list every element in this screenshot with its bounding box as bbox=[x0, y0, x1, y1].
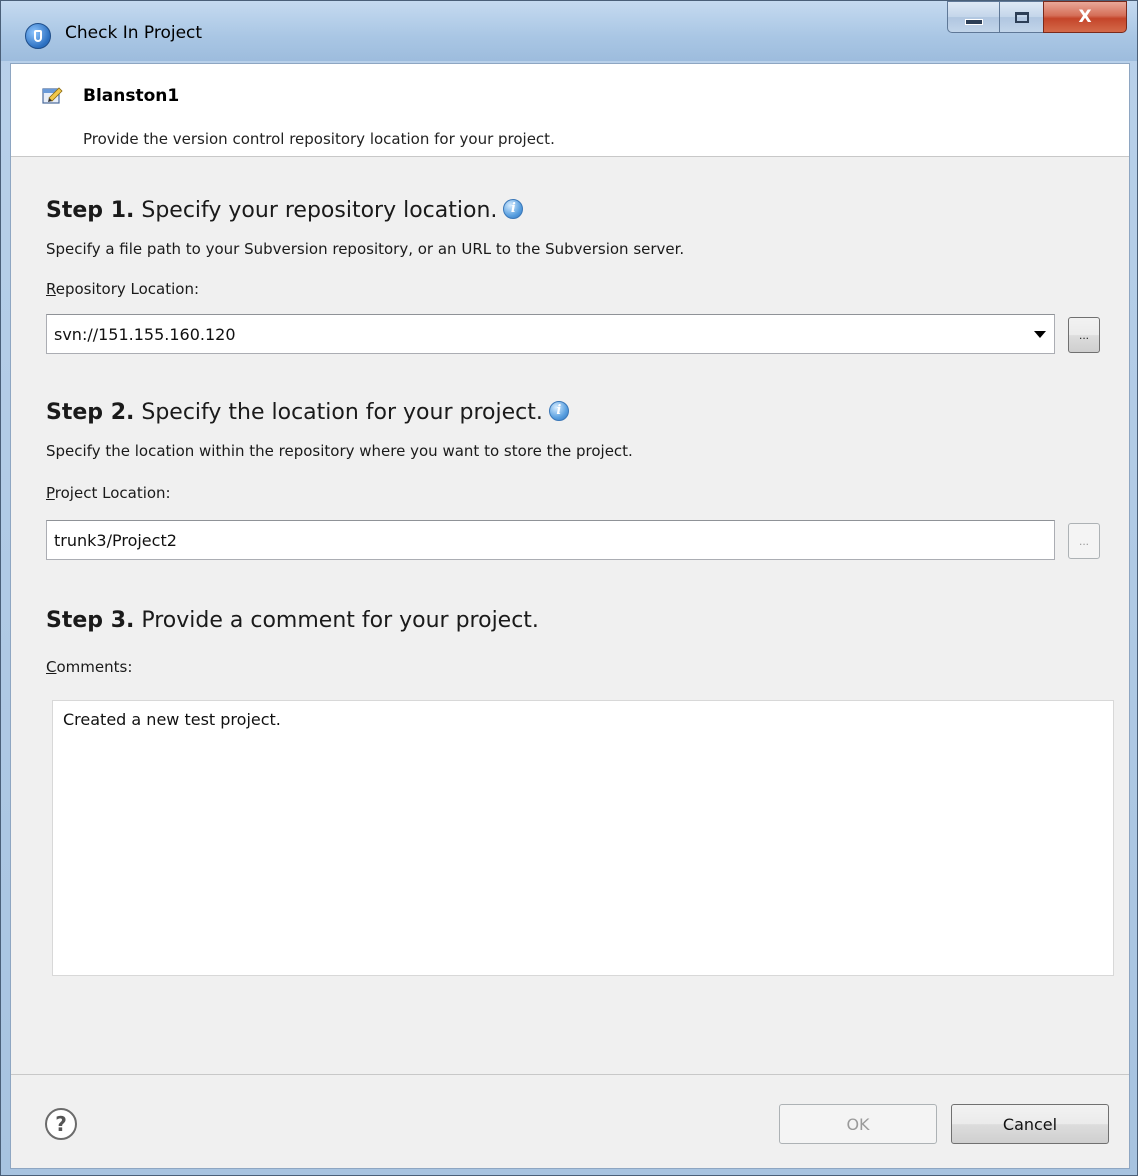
app-logo-icon bbox=[25, 23, 51, 49]
window-title: Check In Project bbox=[65, 23, 203, 43]
step3-number: Step 3. bbox=[46, 608, 135, 633]
label-text: epository Location: bbox=[55, 280, 200, 298]
wizard-header: Blanston1 Provide the version control re… bbox=[11, 64, 1129, 157]
step1-number: Step 1. bbox=[46, 198, 135, 223]
close-icon: X bbox=[1078, 7, 1092, 27]
repository-location-combo[interactable]: svn://151.155.160.120 bbox=[46, 314, 1055, 354]
minimize-icon bbox=[964, 19, 983, 25]
step3-heading: Step 3. Provide a comment for your proje… bbox=[46, 608, 539, 633]
step3-heading-text: Provide a comment for your project. bbox=[141, 608, 539, 633]
step2-heading: Step 2. Specify the location for your pr… bbox=[46, 400, 569, 425]
project-location-value: trunk3/Project2 bbox=[54, 531, 177, 550]
browse-project-button[interactable]: ... bbox=[1068, 523, 1100, 559]
step1-heading: Step 1. Specify your repository location… bbox=[46, 198, 524, 223]
ok-button[interactable]: OK bbox=[779, 1104, 937, 1144]
close-button[interactable]: X bbox=[1043, 1, 1127, 33]
project-wizard-icon bbox=[42, 87, 63, 104]
dialog-body: Blanston1 Provide the version control re… bbox=[10, 63, 1130, 1169]
project-location-field[interactable]: trunk3/Project2 bbox=[46, 520, 1055, 560]
label-mnemonic: C bbox=[46, 658, 57, 676]
header-description: Provide the version control repository l… bbox=[83, 130, 555, 148]
cancel-button[interactable]: Cancel bbox=[951, 1104, 1109, 1144]
repository-location-value: svn://151.155.160.120 bbox=[54, 325, 236, 344]
check-in-project-dialog: Check In Project X Blanston1 Provide the… bbox=[0, 0, 1138, 1176]
comments-textarea[interactable]: Created a new test project. bbox=[52, 700, 1114, 976]
header-title: Blanston1 bbox=[83, 86, 180, 106]
footer-divider bbox=[11, 1074, 1129, 1075]
label-mnemonic: P bbox=[46, 484, 55, 502]
window-controls: X bbox=[947, 1, 1127, 37]
info-icon[interactable]: i bbox=[548, 401, 569, 421]
label-text: roject Location: bbox=[54, 484, 171, 502]
minimize-button[interactable] bbox=[947, 1, 999, 33]
title-bar[interactable]: Check In Project X bbox=[1, 1, 1137, 61]
help-icon[interactable]: ? bbox=[45, 1108, 77, 1140]
step1-description: Specify a file path to your Subversion r… bbox=[46, 240, 685, 258]
comments-label: Comments: bbox=[46, 658, 132, 676]
info-icon[interactable]: i bbox=[503, 199, 524, 219]
label-text: omments: bbox=[56, 658, 133, 676]
step1-heading-text: Specify your repository location. bbox=[141, 198, 498, 223]
chevron-down-icon[interactable] bbox=[1034, 331, 1046, 338]
browse-repository-button[interactable]: ... bbox=[1068, 317, 1100, 353]
maximize-button[interactable] bbox=[999, 1, 1043, 33]
label-mnemonic: R bbox=[46, 280, 56, 298]
project-location-label: Project Location: bbox=[46, 484, 171, 502]
step2-number: Step 2. bbox=[46, 400, 135, 425]
step2-description: Specify the location within the reposito… bbox=[46, 442, 633, 460]
maximize-icon bbox=[1014, 11, 1029, 23]
step2-heading-text: Specify the location for your project. bbox=[141, 400, 543, 425]
repository-location-label: Repository Location: bbox=[46, 280, 199, 298]
